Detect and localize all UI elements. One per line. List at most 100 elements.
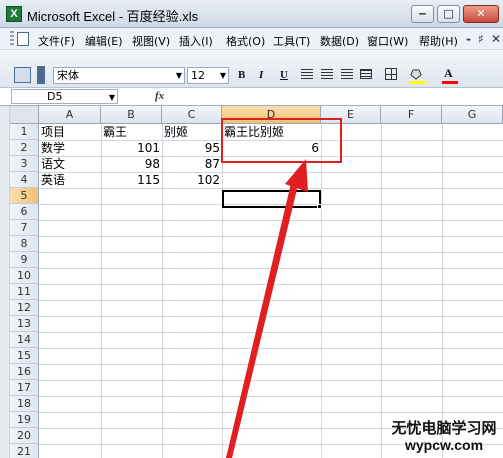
column-header-c[interactable]: C (162, 106, 222, 124)
title-bar: X Microsoft Excel - 百度经验.xls ‒ □ ✕ (0, 0, 503, 28)
italic-button[interactable]: I (259, 69, 263, 81)
excel-app-icon[interactable]: X (6, 6, 22, 22)
row-header-3[interactable]: 3 (10, 156, 39, 172)
grid-line (39, 220, 503, 221)
align-left-icon[interactable] (301, 69, 313, 79)
align-center-icon[interactable] (321, 69, 333, 79)
font-color-button[interactable]: A (444, 66, 453, 81)
column-header-f[interactable]: F (381, 106, 442, 124)
grid-line (39, 284, 503, 285)
grid-line (39, 364, 503, 365)
document-icon[interactable] (17, 32, 29, 46)
watermark-line-1: 无忧电脑学习网 (391, 419, 497, 437)
menu-tools[interactable]: 工具(T) (273, 33, 310, 49)
cell-a4[interactable]: 英语 (39, 172, 101, 188)
doc-minimize-icon[interactable]: - (466, 32, 471, 46)
formatting-toolbar: 宋体 ▼ 12 ▼ B I U A (0, 50, 503, 88)
font-color-swatch (442, 81, 458, 84)
sheet-left-strip (0, 106, 10, 458)
menu-data[interactable]: 数据(D) (320, 33, 359, 49)
cell-b1[interactable]: 霸王 (101, 124, 162, 140)
font-size-value: 12 (191, 69, 205, 82)
column-header-b[interactable]: B (101, 106, 162, 124)
merge-center-icon[interactable] (360, 69, 372, 79)
bold-button[interactable]: B (238, 69, 245, 81)
cell-b3[interactable]: 98 (101, 156, 162, 172)
chevron-down-icon[interactable]: ▼ (176, 69, 182, 83)
row-header-16[interactable]: 16 (10, 364, 39, 380)
column-header-g[interactable]: G (442, 106, 503, 124)
maximize-button[interactable]: □ (437, 5, 460, 23)
grid-line (39, 300, 503, 301)
cell-c4[interactable]: 102 (162, 172, 222, 188)
row-header-18[interactable]: 18 (10, 396, 39, 412)
menu-file[interactable]: 文件(F) (38, 33, 75, 49)
cell-c1[interactable]: 别姬 (162, 124, 222, 140)
cell-a1[interactable]: 项目 (39, 124, 101, 140)
doc-restore-icon[interactable]: ♯ (478, 32, 484, 46)
row-header-15[interactable]: 15 (10, 348, 39, 364)
grid-line (39, 188, 503, 189)
grid-line (39, 380, 503, 381)
annotation-highlight-box (221, 118, 342, 163)
row-header-2[interactable]: 2 (10, 140, 39, 156)
menu-grip-icon[interactable] (10, 31, 14, 47)
active-cell-d5[interactable] (222, 190, 321, 208)
row-header-7[interactable]: 7 (10, 220, 39, 236)
grid-line (381, 124, 382, 458)
row-header-14[interactable]: 14 (10, 332, 39, 348)
cell-b4[interactable]: 115 (101, 172, 162, 188)
grid-line (39, 412, 503, 413)
borders-icon[interactable] (385, 68, 397, 80)
spreadsheet-grid[interactable]: A B C D E F G 1 2 3 4 5 6 7 8 9 10 11 12… (0, 106, 503, 458)
menu-window[interactable]: 窗口(W) (367, 33, 408, 49)
grid-line (39, 332, 503, 333)
row-header-1[interactable]: 1 (10, 124, 39, 140)
column-header-a[interactable]: A (39, 106, 101, 124)
row-header-4[interactable]: 4 (10, 172, 39, 188)
save-icon[interactable] (14, 67, 31, 83)
row-header-20[interactable]: 20 (10, 428, 39, 444)
row-header-21[interactable]: 21 (10, 444, 39, 458)
font-size-select[interactable]: 12 ▼ (187, 67, 229, 84)
formula-input[interactable] (175, 89, 500, 104)
row-header-10[interactable]: 10 (10, 268, 39, 284)
row-header-13[interactable]: 13 (10, 316, 39, 332)
menu-view[interactable]: 视图(V) (132, 33, 170, 49)
select-all-button[interactable] (10, 106, 39, 124)
toolbar-options-icon[interactable] (37, 66, 45, 84)
row-header-6[interactable]: 6 (10, 204, 39, 220)
row-header-11[interactable]: 11 (10, 284, 39, 300)
doc-close-icon[interactable]: ✕ (491, 32, 501, 46)
fx-icon[interactable]: fx (155, 90, 164, 102)
row-header-8[interactable]: 8 (10, 236, 39, 252)
row-header-19[interactable]: 19 (10, 412, 39, 428)
row-header-12[interactable]: 12 (10, 300, 39, 316)
fill-color-icon[interactable] (410, 68, 424, 80)
menu-help[interactable]: 帮助(H) (419, 33, 458, 49)
row-header-5[interactable]: 5 (10, 188, 39, 204)
formula-bar: D5 ▼ fx (0, 88, 503, 106)
row-header-9[interactable]: 9 (10, 252, 39, 268)
cell-a3[interactable]: 语文 (39, 156, 101, 172)
font-name-select[interactable]: 宋体 ▼ (53, 67, 185, 84)
chevron-down-icon[interactable]: ▼ (220, 69, 226, 83)
row-header-17[interactable]: 17 (10, 380, 39, 396)
cell-b2[interactable]: 101 (101, 140, 162, 156)
chevron-down-icon[interactable]: ▼ (109, 91, 115, 105)
cell-c3[interactable]: 87 (162, 156, 222, 172)
name-box[interactable]: D5 ▼ (11, 89, 118, 104)
minimize-button[interactable]: ‒ (411, 5, 434, 23)
fill-handle[interactable] (317, 204, 322, 209)
grid-line (39, 396, 503, 397)
menu-format[interactable]: 格式(O) (226, 33, 265, 49)
cell-c2[interactable]: 95 (162, 140, 222, 156)
font-name-value: 宋体 (57, 69, 79, 82)
menu-edit[interactable]: 编辑(E) (85, 33, 123, 49)
align-right-icon[interactable] (341, 69, 353, 79)
cell-a2[interactable]: 数学 (39, 140, 101, 156)
window-title: Microsoft Excel - 百度经验.xls (27, 9, 199, 24)
underline-button[interactable]: U (280, 69, 288, 81)
close-button[interactable]: ✕ (463, 5, 499, 23)
menu-insert[interactable]: 插入(I) (179, 33, 213, 49)
